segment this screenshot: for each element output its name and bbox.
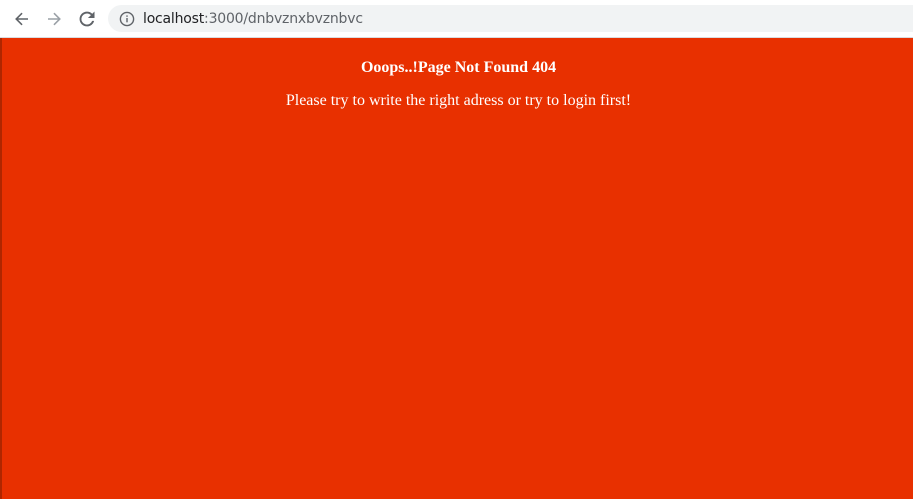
browser-toolbar: localhost:3000/dnbvznxbvznbvc — [0, 0, 913, 37]
page-viewport: Ooops..!Page Not Found 404 Please try to… — [0, 38, 913, 499]
address-bar[interactable]: localhost:3000/dnbvznxbvznbvc — [108, 5, 913, 32]
url-host: localhost — [143, 10, 205, 27]
reload-icon — [79, 11, 95, 27]
forward-button[interactable] — [41, 6, 67, 32]
url-text[interactable]: localhost:3000/dnbvznxbvznbvc — [143, 11, 363, 27]
reload-button[interactable] — [74, 6, 100, 32]
arrow-right-icon — [48, 12, 61, 26]
arrow-left-icon — [15, 12, 28, 26]
error-message: Please try to write the right adress or … — [285, 92, 632, 109]
page-title: Ooops..!Page Not Found 404 — [360, 59, 557, 76]
url-path: :3000/dnbvznxbvznbvc — [204, 10, 363, 27]
info-icon[interactable] — [119, 11, 135, 27]
back-button[interactable] — [9, 6, 35, 32]
